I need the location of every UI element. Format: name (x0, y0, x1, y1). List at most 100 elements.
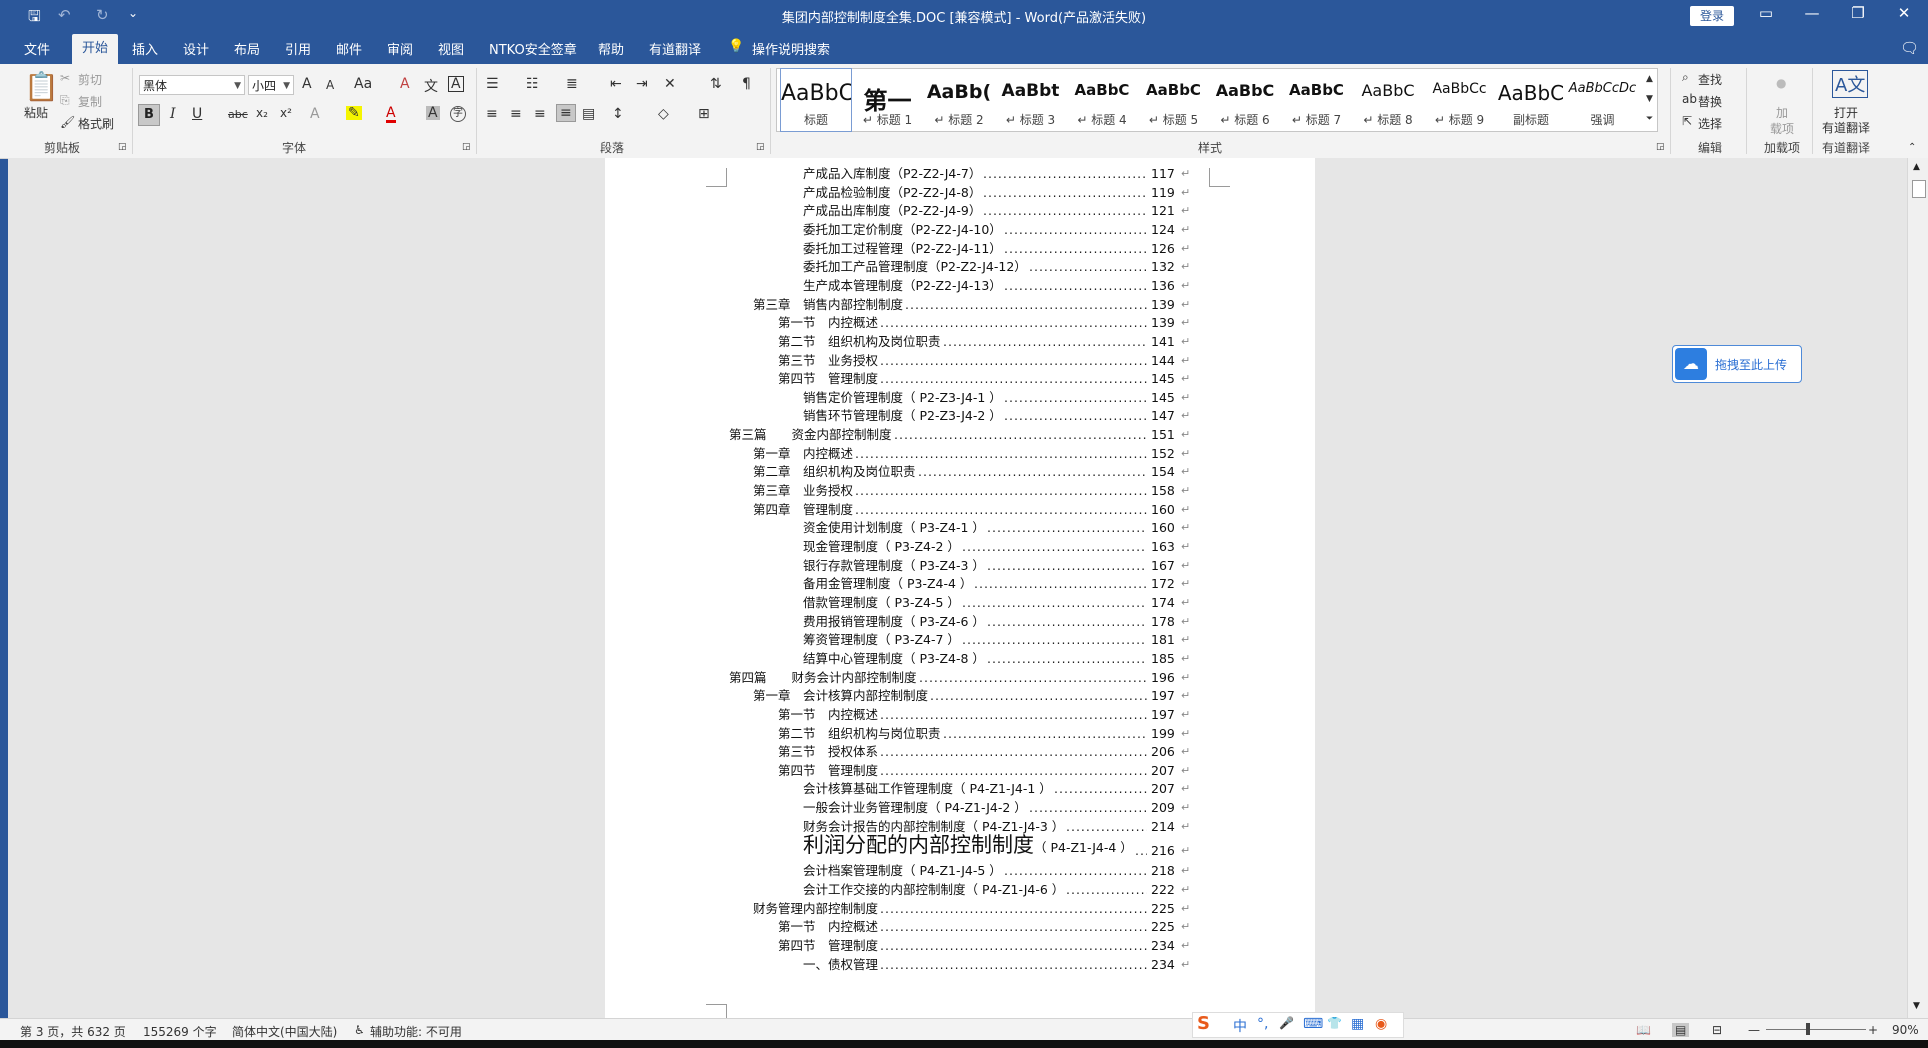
ime-mode[interactable]: 中 (1233, 1016, 1247, 1036)
distributed-icon[interactable]: ▤ (582, 106, 595, 122)
ime-toolbar[interactable]: S 中 °, 🎤 ⌨ 👕 ▦ ◉ (1192, 1012, 1404, 1038)
toc-entry[interactable]: 第一章 内控概述................................… (605, 445, 1315, 464)
toc-entry[interactable]: 产成品出库制度（P2-Z2-J4-9）.....................… (605, 202, 1315, 221)
replace-icon[interactable]: ab (1682, 92, 1697, 106)
page-count[interactable]: 第 3 页，共 632 页 (20, 1023, 126, 1040)
language[interactable]: 简体中文(中国大陆) (232, 1023, 337, 1040)
toc-entry[interactable]: 结算中心管理制度（ P3-Z4-8 ）.....................… (605, 650, 1315, 669)
style-item[interactable]: AaBbC 副标题 (1496, 69, 1566, 131)
justify-icon[interactable]: ≡ (556, 104, 576, 122)
toc-entry[interactable]: 第三篇 资金内部控制制度............................… (605, 426, 1315, 445)
style-item[interactable]: AaBbC ↵ 标题 4 (1067, 69, 1137, 131)
font-launcher-icon[interactable]: ◲ (462, 142, 471, 152)
enclose-characters-icon[interactable]: 字 (450, 106, 466, 122)
format-painter-button[interactable]: 格式刷 (78, 115, 114, 132)
underline-button[interactable]: U (192, 106, 202, 122)
punctuation-icon[interactable]: °, (1257, 1016, 1268, 1032)
read-mode-icon[interactable]: 📖 (1636, 1023, 1651, 1037)
toc-entry[interactable]: 会计核算基础工作管理制度（ P4-Z1-J4-1 ）..............… (605, 780, 1315, 799)
toc-entry[interactable]: 第二节 组织机构及岗位职责...........................… (605, 333, 1315, 352)
zoom-slider-handle[interactable] (1806, 1023, 1810, 1035)
toc-entry[interactable]: 第四篇 财务会计内部控制制度..........................… (605, 669, 1315, 688)
login-button[interactable]: 登录 (1690, 6, 1734, 26)
zoom-slider[interactable] (1766, 1029, 1866, 1030)
increase-indent-icon[interactable]: ⇥ (636, 76, 648, 92)
search-icon[interactable]: ⌕ (1682, 70, 1689, 85)
styles-scroll-up-icon[interactable]: ▲ (1646, 74, 1653, 84)
style-item[interactable]: AaBbCc ↵ 标题 9 (1425, 69, 1495, 131)
tab-view[interactable]: 视图 (438, 39, 464, 58)
highlight-color-icon[interactable]: ✎ (346, 106, 362, 120)
replace-button[interactable]: 替换 (1698, 93, 1722, 110)
tab-youdao[interactable]: 有道翻译 (649, 39, 701, 58)
tell-me-search[interactable]: 操作说明搜索 (752, 39, 830, 58)
character-border-icon[interactable]: A (448, 76, 464, 92)
align-right-icon[interactable]: ≡ (534, 106, 546, 122)
toc-entry[interactable]: 第四节 管理制度................................… (605, 937, 1315, 956)
toc-entry[interactable]: 产成品检验制度（P2-Z2-J4-8）.....................… (605, 184, 1315, 203)
style-item[interactable]: AaBbt ↵ 标题 3 (996, 69, 1066, 131)
toc-entry[interactable]: 资金使用计划制度（ P3-Z4-1 ）.....................… (605, 519, 1315, 538)
strikethrough-button[interactable]: abc (228, 108, 248, 121)
keyboard-icon[interactable]: ⌨ (1303, 1016, 1323, 1032)
style-item[interactable]: AaBbC ↵ 标题 5 (1139, 69, 1209, 131)
select-button[interactable]: 选择 (1698, 115, 1722, 132)
tab-home[interactable]: 开始 (72, 34, 119, 64)
copy-icon[interactable]: ⎘ (60, 93, 70, 108)
ime-avatar-icon[interactable]: ◉ (1375, 1016, 1387, 1032)
tab-insert[interactable]: 插入 (132, 39, 158, 58)
toc-entry[interactable]: 备用金管理制度（ P3-Z4-4 ）......................… (605, 575, 1315, 594)
toc-entry[interactable]: 第一节 内控概述................................… (605, 314, 1315, 333)
styles-launcher-icon[interactable]: ◲ (1656, 142, 1665, 152)
tab-design[interactable]: 设计 (183, 39, 209, 58)
toc-entry[interactable]: 利润分配的内部控制制度（ P4-Z1-J4-4 ）...............… (605, 835, 1315, 862)
restore-button[interactable]: ❐ (1836, 4, 1880, 22)
toc-entry[interactable]: 销售环节管理制度（ P2-Z3-J4-2 ）..................… (605, 407, 1315, 426)
toc-entry[interactable]: 第四节 管理制度................................… (605, 370, 1315, 389)
zoom-out-icon[interactable]: — (1748, 1023, 1760, 1037)
toc-entry[interactable]: 筹资管理制度（ P3-Z4-7 ）.......................… (605, 631, 1315, 650)
italic-button[interactable]: I (170, 106, 176, 122)
style-item[interactable]: 第一 ↵ 标题 1 (853, 69, 923, 131)
paste-button[interactable]: 粘贴 (24, 104, 48, 121)
tab-help[interactable]: 帮助 (598, 39, 624, 58)
style-item[interactable]: AaBbC ↵ 标题 8 (1353, 69, 1423, 131)
microphone-icon[interactable]: 🎤 (1279, 1016, 1294, 1030)
shrink-font-icon[interactable]: A (326, 78, 334, 92)
print-layout-icon[interactable]: ▤ (1672, 1023, 1690, 1037)
toc-entry[interactable]: 第三节 授权体系................................… (605, 743, 1315, 762)
find-button[interactable]: 查找 (1698, 71, 1722, 88)
style-item[interactable]: AaBbC ↵ 标题 7 (1282, 69, 1352, 131)
scroll-down-icon[interactable]: ▼ (1913, 1001, 1920, 1011)
toc-entry[interactable]: 第四章 管理制度................................… (605, 501, 1315, 520)
toc-entry[interactable]: 第三章 销售内部控制制度............................… (605, 296, 1315, 315)
align-center-icon[interactable]: ≡ (510, 106, 522, 122)
toc-entry[interactable]: 借款管理制度（ P3-Z4-5 ）.......................… (605, 594, 1315, 613)
text-effects-icon[interactable]: A (310, 106, 320, 122)
paragraph-launcher-icon[interactable]: ◲ (756, 142, 765, 152)
toc-entry[interactable]: 销售定价管理制度（ P2-Z3-J4-1 ）..................… (605, 389, 1315, 408)
font-color-icon[interactable]: A (386, 106, 396, 123)
toc-entry[interactable]: 费用报销管理制度（ P3-Z4-6 ）.....................… (605, 613, 1315, 632)
toc-entry[interactable]: 一般会计业务管理制度（ P4-Z1-J4-2 ）................… (605, 799, 1315, 818)
minimize-button[interactable]: — (1790, 4, 1834, 22)
toc-entry[interactable]: 委托加工过程管理（P2-Z2-J4-11）...................… (605, 240, 1315, 259)
tab-review[interactable]: 审阅 (387, 39, 413, 58)
toc-entry[interactable]: 第二节 组织机构与岗位职责...........................… (605, 725, 1315, 744)
toc-entry[interactable]: 第三节 业务授权................................… (605, 352, 1315, 371)
tab-layout[interactable]: 布局 (234, 39, 260, 58)
collapse-ribbon-icon[interactable]: ⌃ (1908, 142, 1916, 153)
font-name-combo[interactable]: 黑体 ▼ (139, 75, 245, 95)
toc-entry[interactable]: 产成品入库制度（P2-Z2-J4-7）.....................… (605, 165, 1315, 184)
toc-entry[interactable]: 财务管理内部控制制度..............................… (605, 900, 1315, 919)
multilevel-list-icon[interactable]: ≣ (566, 76, 578, 92)
change-case-icon[interactable]: Aa (354, 76, 372, 92)
cut-icon[interactable]: ✂ (60, 71, 70, 85)
paste-icon[interactable]: 📋 (24, 70, 59, 103)
toc-entry[interactable]: 第四节 管理制度................................… (605, 762, 1315, 781)
tab-file[interactable]: 文件 (24, 39, 50, 58)
close-button[interactable]: ✕ (1882, 4, 1926, 22)
toc-entry[interactable]: 会计工作交接的内部控制制度（ P4-Z1-J4-6 ）.............… (605, 881, 1315, 900)
show-marks-icon[interactable]: ¶ (742, 76, 751, 92)
toc-entry[interactable]: 银行存款管理制度（ P3-Z4-3 ）.....................… (605, 557, 1315, 576)
